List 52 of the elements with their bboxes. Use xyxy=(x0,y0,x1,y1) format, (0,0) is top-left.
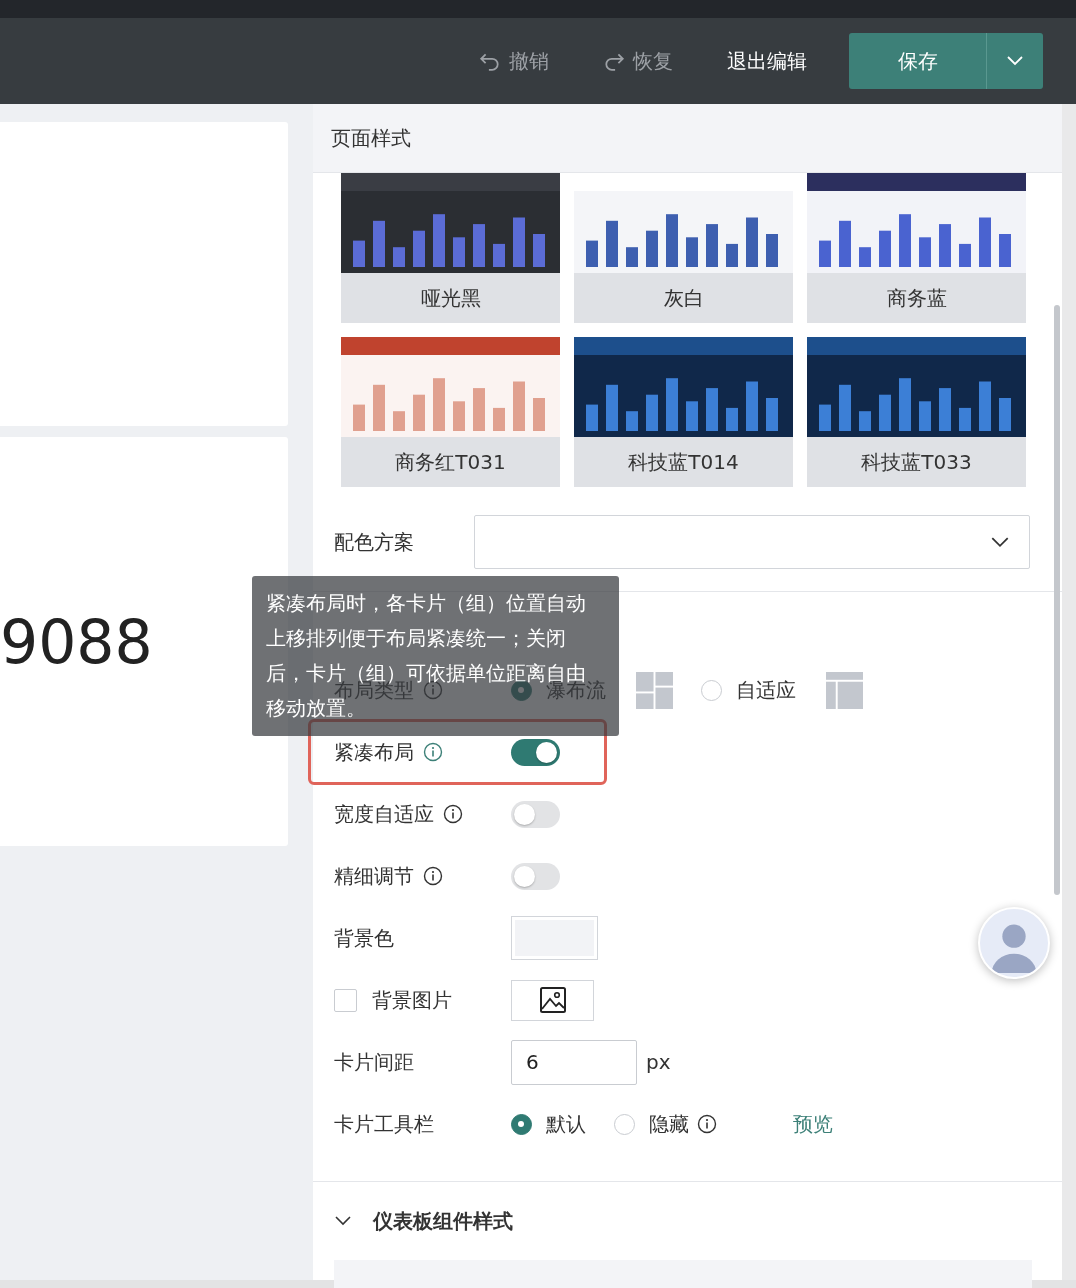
layout-icon xyxy=(826,671,863,709)
setting-label: 背景图片 xyxy=(372,986,452,1014)
info-icon[interactable] xyxy=(443,804,463,824)
metric-value: 9088 xyxy=(0,606,153,677)
theme-name: 商务蓝 xyxy=(885,284,948,312)
theme-card[interactable]: 灰白 xyxy=(574,173,793,323)
chevron-down-icon xyxy=(1007,56,1023,66)
toggle-switch[interactable] xyxy=(511,862,560,890)
setting-label: 背景色 xyxy=(334,924,394,952)
setting-label: 紧凑布局 xyxy=(334,738,414,766)
undo-button[interactable]: 撤销 xyxy=(479,47,549,75)
chevron-down-icon[interactable] xyxy=(335,1216,351,1226)
radio-label: 自适应 xyxy=(736,676,796,704)
preview-link[interactable]: 预览 xyxy=(793,1110,833,1138)
radio-label: 隐藏 xyxy=(649,1110,689,1138)
setting-label: 配色方案 xyxy=(334,528,415,556)
exit-edit-button[interactable]: 退出编辑 xyxy=(727,47,807,75)
save-dropdown-button[interactable] xyxy=(986,33,1043,89)
card-spacing-input[interactable]: 6 xyxy=(511,1039,637,1085)
unit-label: px xyxy=(646,1050,671,1074)
radio-label: 默认 xyxy=(546,1110,586,1138)
checkbox[interactable] xyxy=(334,988,357,1012)
theme-card[interactable]: 科技蓝T033 xyxy=(807,337,1026,487)
setting-label: 精细调节 xyxy=(334,862,414,890)
toggle-switch[interactable] xyxy=(511,738,560,766)
chevron-down-icon xyxy=(991,536,1009,548)
theme-name: 商务红T031 xyxy=(394,448,507,476)
image-icon xyxy=(539,987,566,1013)
section-title: 仪表板组件样式 xyxy=(373,1207,513,1235)
radio-button[interactable] xyxy=(511,1113,532,1135)
panel-title: 页面样式 xyxy=(331,124,411,152)
image-upload-button[interactable] xyxy=(511,979,594,1021)
color-scheme-select[interactable] xyxy=(474,515,1030,569)
setting-label: 卡片间距 xyxy=(334,1048,414,1076)
scrollbar[interactable] xyxy=(1054,305,1060,895)
theme-card[interactable]: 科技蓝T014 xyxy=(574,337,793,487)
theme-card[interactable]: 商务蓝 xyxy=(807,173,1026,323)
theme-name: 科技蓝T033 xyxy=(860,448,973,476)
toggle-switch[interactable] xyxy=(511,800,560,828)
theme-card[interactable]: 商务红T031 xyxy=(341,337,560,487)
redo-button[interactable]: 恢复 xyxy=(603,47,673,75)
theme-name: 灰白 xyxy=(662,284,705,312)
save-button[interactable]: 保存 xyxy=(849,33,986,89)
info-icon[interactable] xyxy=(423,866,443,886)
theme-card[interactable]: 哑光黑 xyxy=(341,173,560,323)
grid-layout-icon xyxy=(636,671,673,709)
info-icon[interactable] xyxy=(697,1114,717,1134)
theme-name: 哑光黑 xyxy=(419,284,482,312)
setting-label: 宽度自适应 xyxy=(334,800,434,828)
color-swatch[interactable] xyxy=(511,916,598,960)
theme-name: 科技蓝T014 xyxy=(627,448,740,476)
setting-label: 卡片工具栏 xyxy=(334,1110,434,1138)
